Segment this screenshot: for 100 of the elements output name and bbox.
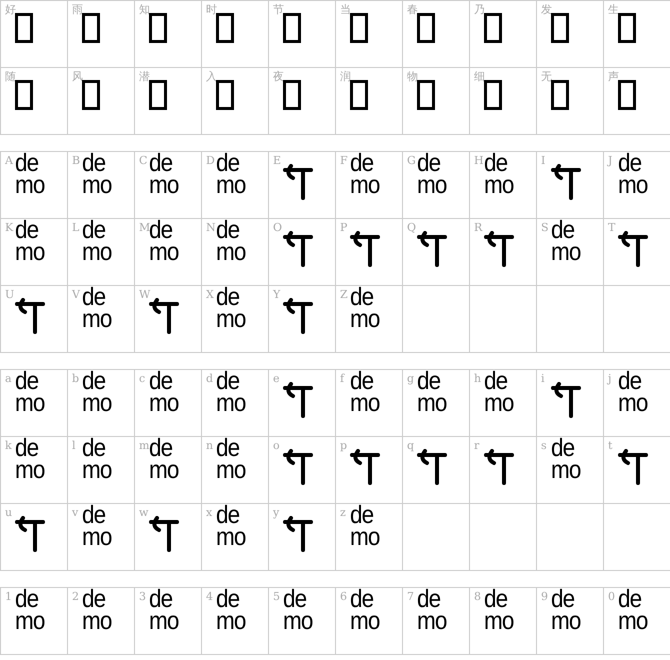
sample-text: demo xyxy=(350,504,380,548)
character-label: s xyxy=(541,439,547,452)
character-label: I xyxy=(541,154,546,167)
character-label: W xyxy=(139,288,150,301)
missing-glyph-icon xyxy=(350,13,368,43)
character-label: 物 xyxy=(407,70,418,83)
sample-text: demo xyxy=(149,437,180,481)
character-label: 2 xyxy=(72,590,79,603)
character-label: S xyxy=(541,221,549,234)
character-label: J xyxy=(608,154,612,167)
sample-text: demo xyxy=(82,152,112,196)
character-label: 1 xyxy=(5,590,12,603)
character-label: e xyxy=(273,372,280,385)
glyph-icon xyxy=(417,449,447,485)
character-label: g xyxy=(407,372,414,385)
missing-glyph-icon xyxy=(283,13,301,43)
sample-text: demo xyxy=(350,286,380,330)
character-label: 生 xyxy=(608,3,619,16)
sample-text: demo xyxy=(216,588,246,632)
sample-text: demo xyxy=(82,588,112,632)
character-label: r xyxy=(474,439,480,452)
missing-glyph-icon xyxy=(216,13,234,43)
glyph-icon xyxy=(15,298,45,334)
glyph-icon xyxy=(551,164,581,200)
glyph-icon xyxy=(283,449,313,485)
sample-text: demo xyxy=(618,152,648,196)
missing-glyph-icon xyxy=(149,13,167,43)
character-label: 雨 xyxy=(72,3,83,16)
glyph-icon xyxy=(283,231,313,267)
glyph-icon xyxy=(484,231,514,267)
sample-text: demo xyxy=(551,588,582,632)
character-label: R xyxy=(474,221,482,234)
glyph-icon xyxy=(283,164,313,200)
character-label: l xyxy=(72,439,76,452)
character-label: B xyxy=(72,154,80,167)
character-label: v xyxy=(72,506,78,519)
character-label: d xyxy=(206,372,214,385)
sample-text: demo xyxy=(350,152,380,196)
glyph-icon xyxy=(350,449,380,485)
character-label: 夜 xyxy=(273,70,284,83)
sample-text: demo xyxy=(618,370,648,414)
sample-text: demo xyxy=(15,370,46,414)
character-label: A xyxy=(5,154,13,167)
character-label: a xyxy=(5,372,12,385)
sample-text: demo xyxy=(216,152,246,196)
character-label: C xyxy=(139,154,148,167)
character-label: z xyxy=(340,506,346,519)
character-label: M xyxy=(139,221,150,234)
missing-glyph-icon xyxy=(15,80,33,110)
character-label: 风 xyxy=(72,70,83,83)
glyph-icon xyxy=(350,231,380,267)
sample-text: demo xyxy=(216,437,246,481)
character-label: L xyxy=(72,221,80,234)
character-label: H xyxy=(474,154,484,167)
character-label: 5 xyxy=(273,590,280,603)
character-label: F xyxy=(340,154,348,167)
character-label: j xyxy=(608,372,612,385)
character-label: V xyxy=(72,288,80,301)
glyph-icon xyxy=(15,516,45,552)
missing-glyph-icon xyxy=(417,80,435,110)
character-label: 6 xyxy=(340,590,347,603)
missing-glyph-icon xyxy=(216,80,234,110)
glyph-icon xyxy=(283,516,313,552)
missing-glyph-icon xyxy=(618,80,636,110)
glyph-icon xyxy=(618,449,648,485)
glyph-icon xyxy=(283,382,313,418)
missing-glyph-icon xyxy=(149,80,167,110)
character-label: n xyxy=(206,439,214,452)
character-label: T xyxy=(608,221,616,234)
sample-text: demo xyxy=(15,437,46,481)
missing-glyph-icon xyxy=(82,80,100,110)
character-label: N xyxy=(206,221,216,234)
missing-glyph-icon xyxy=(417,13,435,43)
glyph-icon xyxy=(417,231,447,267)
character-label: 随 xyxy=(5,70,16,83)
glyph-icon xyxy=(551,382,581,418)
sample-text: demo xyxy=(149,152,180,196)
character-label: 4 xyxy=(206,590,213,603)
character-label: 时 xyxy=(206,3,217,16)
character-label: m xyxy=(139,439,150,452)
sample-text: demo xyxy=(484,152,514,196)
character-label: 潜 xyxy=(139,70,150,83)
character-label: Q xyxy=(407,221,416,234)
sample-text: demo xyxy=(417,370,448,414)
character-label: K xyxy=(5,221,14,234)
glyph-icon xyxy=(484,449,514,485)
character-label: 声 xyxy=(608,70,619,83)
missing-glyph-icon xyxy=(551,80,569,110)
character-label: o xyxy=(273,439,280,452)
sample-text: demo xyxy=(283,588,314,632)
character-label: h xyxy=(474,372,482,385)
sample-text: demo xyxy=(216,286,246,330)
sample-text: demo xyxy=(82,219,112,263)
sample-text: demo xyxy=(350,588,380,632)
missing-glyph-icon xyxy=(283,80,301,110)
sample-text: demo xyxy=(82,286,112,330)
character-label: k xyxy=(5,439,12,452)
character-label: 知 xyxy=(139,3,150,16)
character-label: w xyxy=(139,506,148,519)
sample-text: demo xyxy=(149,219,180,263)
